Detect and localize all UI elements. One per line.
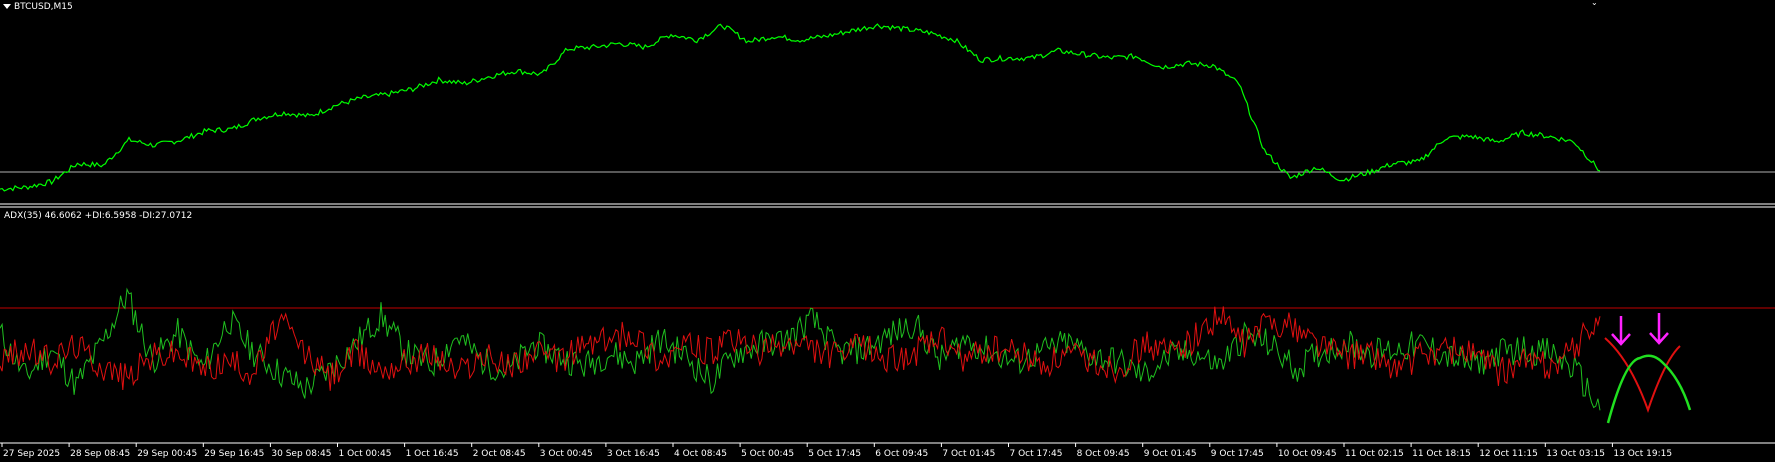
arrow-down-icon <box>1649 313 1669 345</box>
time-tick-label: 2 Oct 08:45 <box>473 449 526 459</box>
time-tick-label: 13 Oct 19:15 <box>1613 449 1672 459</box>
time-tick-label: 28 Sep 08:45 <box>70 449 130 459</box>
annotation-green-curve <box>1606 354 1692 424</box>
annotation-group <box>1604 313 1692 424</box>
time-tick-label: 10 Oct 09:45 <box>1278 449 1337 459</box>
time-tick-label: 5 Oct 00:45 <box>741 449 794 459</box>
time-tick-label: 9 Oct 01:45 <box>1144 449 1197 459</box>
time-tick-label: 1 Oct 00:45 <box>339 449 392 459</box>
time-tick-label: 7 Oct 01:45 <box>942 449 995 459</box>
price-line[interactable] <box>0 23 1601 192</box>
time-tick-label: 12 Oct 11:15 <box>1479 449 1538 459</box>
time-tick-label: 5 Oct 17:45 <box>808 449 861 459</box>
time-tick-label: 13 Oct 03:15 <box>1546 449 1605 459</box>
time-tick-label: 11 Oct 02:15 <box>1345 449 1404 459</box>
price-series-group <box>0 23 1601 192</box>
time-tick-label: 27 Sep 2025 <box>3 449 60 459</box>
arrow-down-icon <box>1611 316 1631 346</box>
time-tick-label: 7 Oct 17:45 <box>1010 449 1063 459</box>
chart-canvas[interactable]: 27 Sep 2025 28 Sep 08:45 29 Sep 00:45 29 Se… <box>0 0 1775 462</box>
time-axis: 27 Sep 2025 28 Sep 08:45 29 Sep 00:45 29 Se… <box>1 443 1672 459</box>
time-tick-label: 6 Oct 09:45 <box>875 449 928 459</box>
time-tick-label: 3 Oct 00:45 <box>540 449 593 459</box>
time-tick-label: 30 Sep 08:45 <box>271 449 331 459</box>
time-tick-label: 29 Sep 00:45 <box>137 449 197 459</box>
time-tick-label: 1 Oct 16:45 <box>406 449 459 459</box>
indicator-title: ADX(35) 46.6062 +DI:6.5958 -DI:27.0712 <box>4 211 193 221</box>
time-tick-label: 29 Sep 16:45 <box>204 449 264 459</box>
time-tick-label: 4 Oct 08:45 <box>674 449 727 459</box>
chart-window[interactable]: BTCUSD,M15 ⌄ 27 Sep 2025 28 Sep 08:45 29 S… <box>0 0 1775 462</box>
di-series-group <box>0 287 1601 411</box>
time-tick-label: 3 Oct 16:45 <box>607 449 660 459</box>
time-tick-label: 8 Oct 09:45 <box>1077 449 1130 459</box>
time-tick-label: 11 Oct 18:15 <box>1412 449 1471 459</box>
time-tick-label: 9 Oct 17:45 <box>1211 449 1264 459</box>
